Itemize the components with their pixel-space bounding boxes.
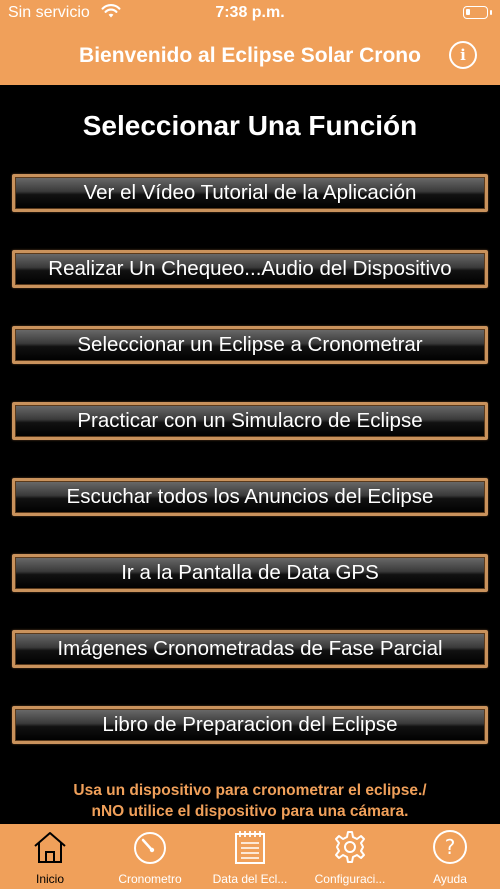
audio-check-button[interactable]: Realizar Un Chequeo...Audio del Disposit…: [12, 250, 488, 288]
home-icon: [34, 832, 66, 863]
tab-ayuda[interactable]: ? Ayuda: [400, 824, 500, 889]
tab-inicio[interactable]: Inicio: [0, 824, 100, 889]
listen-announcements-button[interactable]: Escuchar todos los Anuncios del Eclipse: [12, 478, 488, 516]
gear-icon: [335, 831, 365, 863]
help-icon: ?: [433, 830, 467, 864]
page-title: Bienvenido al Eclipse Solar Crono: [79, 44, 421, 67]
navigation-bar: Bienvenido al Eclipse Solar Crono i: [0, 28, 500, 85]
gps-data-button[interactable]: Ir a la Pantalla de Data GPS: [12, 554, 488, 592]
tab-bar: Inicio Cronometro Data del Ecl... Config…: [0, 824, 500, 889]
warning-note: Usa un dispositivo para cronometrar el e…: [0, 780, 500, 822]
warning-note-line1: Usa un dispositivo para cronometrar el e…: [73, 782, 427, 799]
partial-phase-images-button[interactable]: Imágenes Cronometradas de Fase Parcial: [12, 630, 488, 668]
select-eclipse-button[interactable]: Seleccionar un Eclipse a Cronometrar: [12, 326, 488, 364]
tab-label: Configuraci...: [314, 872, 386, 886]
warning-note-line2: nNO utilice el dispositivo para una cáma…: [91, 803, 409, 820]
tab-label: Inicio: [35, 872, 64, 886]
info-icon[interactable]: i: [449, 41, 477, 69]
status-bar: Sin servicio 7:38 p.m.: [0, 0, 500, 28]
tab-label: Data del Ecl...: [212, 872, 288, 886]
notepad-icon: [235, 831, 265, 864]
battery-icon: [463, 6, 492, 19]
stopwatch-icon: [134, 832, 166, 864]
practice-simulation-button[interactable]: Practicar con un Simulacro de Eclipse: [12, 402, 488, 440]
tab-label: Cronometro: [118, 872, 182, 886]
clock: 7:38 p.m.: [215, 4, 285, 21]
tab-data-eclipse[interactable]: Data del Ecl...: [200, 824, 300, 889]
tab-cronometro[interactable]: Cronometro: [100, 824, 200, 889]
tutorial-video-button[interactable]: Ver el Vídeo Tutorial de la Aplicación: [12, 174, 488, 212]
section-heading: Seleccionar Una Función: [82, 110, 418, 141]
tab-label: Ayuda: [433, 872, 467, 886]
svg-text:?: ?: [445, 835, 456, 859]
tab-configuracion[interactable]: Configuraci...: [300, 824, 400, 889]
preparation-book-button[interactable]: Libro de Preparacion del Eclipse: [12, 706, 488, 744]
